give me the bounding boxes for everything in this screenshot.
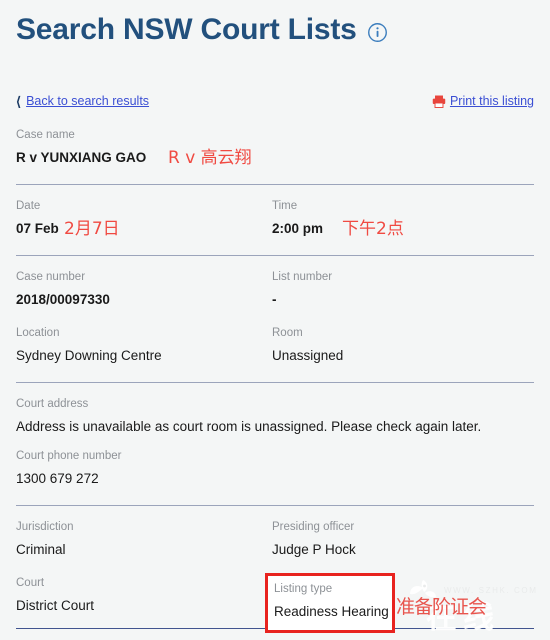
field-court-phone: Court phone number 1300 679 272: [16, 449, 534, 487]
field-row-numbers: Case number 2018/00097330 List number -: [16, 270, 534, 308]
field-label: Listing type: [274, 583, 333, 595]
field-row-date-time: Date 07 Feb 2月7日 Time 2:00 pm 下午2点: [16, 199, 534, 238]
field-value: Criminal: [16, 542, 66, 557]
field-label: Court phone number: [16, 450, 122, 462]
field-value: Unassigned: [272, 348, 344, 363]
print-this-listing-link[interactable]: Print this listing: [432, 94, 534, 108]
field-value: R v YUNXIANG GAO: [16, 150, 147, 165]
field-value: Readiness Hearing: [274, 604, 389, 619]
field-date: Date 07 Feb 2月7日: [16, 199, 272, 238]
field-value: -: [272, 292, 277, 307]
back-link-label: Back to search results: [26, 94, 150, 108]
field-value: Judge P Hock: [272, 542, 356, 557]
section-divider: [16, 382, 534, 383]
field-room: Room Unassigned: [272, 326, 528, 364]
section-divider: [16, 505, 534, 506]
field-value: 2018/00097330: [16, 292, 110, 307]
field-label: Location: [16, 327, 60, 339]
page-header: Search NSW Court Lists: [0, 0, 550, 48]
field-label: Court address: [16, 398, 89, 410]
info-circle-icon[interactable]: [367, 22, 388, 43]
field-label: Date: [16, 200, 41, 212]
back-to-search-results-link[interactable]: ⟨ Back to search results: [16, 94, 149, 108]
field-label: Case name: [16, 129, 75, 141]
field-case-number: Case number 2018/00097330: [16, 270, 272, 308]
field-case-name: Case name R v YUNXIANG GAO R v 高云翔: [16, 128, 534, 167]
section-divider: [16, 184, 534, 185]
chevron-left-icon: ⟨: [16, 93, 22, 109]
field-label: Room: [272, 327, 303, 339]
field-court: Court District Court: [16, 576, 272, 614]
field-label: Jurisdiction: [16, 521, 74, 533]
link-bar: ⟨ Back to search results Print this list…: [0, 92, 550, 110]
listing-type-highlight-label-overlay: Listing type Readiness Hearing: [274, 582, 389, 620]
field-label: Time: [272, 200, 298, 212]
field-label: Case number: [16, 271, 86, 283]
field-list-number: List number -: [272, 270, 528, 308]
field-value: 2:00 pm: [272, 221, 324, 236]
field-value: 07 Feb: [16, 221, 59, 236]
field-court-address: Court address Address is unavailable as …: [16, 397, 534, 435]
court-listing-page: Search NSW Court Lists ⟨ Back to search …: [0, 0, 550, 640]
field-jurisdiction: Jurisdiction Criminal: [16, 520, 272, 558]
field-presiding-officer: Presiding officer Judge P Hock: [272, 520, 528, 558]
field-value: 1300 679 272: [16, 471, 99, 486]
field-label: List number: [272, 271, 333, 283]
field-value: District Court: [16, 598, 95, 613]
field-location: Location Sydney Downing Centre: [16, 326, 272, 364]
field-value: Sydney Downing Centre: [16, 348, 162, 363]
printer-icon: [432, 95, 446, 108]
page-title: Search NSW Court Lists: [16, 13, 357, 46]
print-link-label: Print this listing: [449, 94, 534, 108]
field-time: Time 2:00 pm 下午2点: [272, 199, 528, 238]
field-label: Court: [16, 577, 45, 589]
field-row-location-room: Location Sydney Downing Centre Room Unas…: [16, 326, 534, 364]
field-label: Presiding officer: [272, 521, 355, 533]
field-row-court-phone: Court phone number 1300 679 272: [16, 449, 534, 487]
field-row-jurisdiction: Jurisdiction Criminal Presiding officer …: [16, 520, 534, 558]
field-row-court-address: Court address Address is unavailable as …: [16, 397, 534, 435]
watermark-text: 在线: [426, 600, 500, 636]
field-row-case-name: Case name R v YUNXIANG GAO R v 高云翔: [16, 128, 534, 167]
field-value: Address is unavailable as court room is …: [16, 419, 482, 434]
section-divider: [16, 255, 534, 256]
listing-details: Case name R v YUNXIANG GAO R v 高云翔 Date …: [0, 128, 550, 629]
